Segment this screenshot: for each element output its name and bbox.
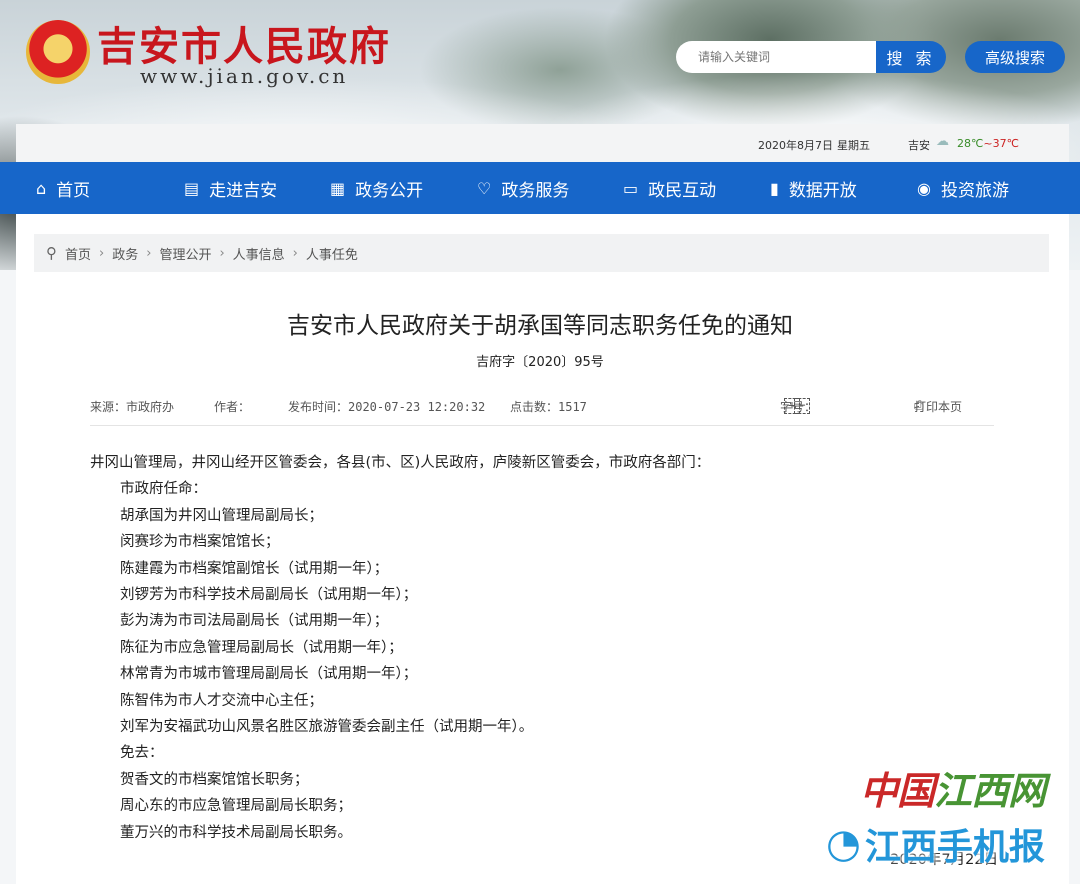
article-paragraph: 闵赛珍为市档案馆馆长；	[120, 534, 280, 551]
breadcrumb-separator: ›	[146, 245, 152, 261]
nav-label: 首页	[56, 180, 91, 201]
breadcrumb-item[interactable]: 首页	[65, 244, 91, 263]
weather-city: 吉安	[908, 139, 930, 152]
print-label: 打印本页	[914, 400, 963, 414]
breadcrumb-separator: ›	[219, 245, 225, 261]
watermark-jxsjb: ◔ 江西手机报	[826, 821, 1045, 868]
meta-divider	[90, 425, 994, 426]
meta-author: 作者：	[214, 400, 251, 414]
article-body: 井冈山管理局，井冈山经开区管委会，各县(市、区)人民政府，庐陵新区管委会，市政府…	[90, 450, 994, 846]
font-decrease-button[interactable]: −	[794, 398, 810, 414]
article-paragraph: 陈建霞为市档案馆副馆长（试用期一年）；	[120, 560, 389, 577]
search-input[interactable]	[676, 41, 878, 73]
article-paragraph: 周心东的市应急管理局副局长职务；	[120, 798, 352, 815]
current-date: 2020年8月7日	[758, 139, 833, 152]
breadcrumb: ⚲ 首页 › 政务 › 管理公开 › 人事信息 › 人事任免	[34, 234, 1049, 272]
site-url: www.jian.gov.cn	[140, 64, 349, 88]
article-paragraph: 林常青为市城市管理局副局长（试用期一年）；	[120, 666, 418, 683]
breadcrumb-item[interactable]: 管理公开	[159, 244, 211, 263]
article-paragraph: 贺香文的市档案馆馆长职务；	[120, 771, 309, 788]
article-paragraph: 市政府任命：	[120, 481, 207, 498]
breadcrumb-separator: ›	[292, 245, 298, 261]
breadcrumb-item[interactable]: 人事任免	[306, 244, 358, 263]
main-nav: ⌂ 首页 ▤ 走进吉安 ▦ 政务公开 ♡ 政务服务 ▭ 政民互动 ▮ 数据开放 ◉ 投资旅游	[0, 162, 1080, 214]
article-title: 吉安市人民政府关于胡承国等同志职务任免的通知	[287, 313, 793, 339]
nav-item-0[interactable]: ⌂ 首页	[36, 162, 90, 214]
home-icon: ⌂	[36, 178, 47, 198]
search-button[interactable]: 搜 索	[876, 41, 946, 73]
nav-label: 政务服务	[501, 180, 570, 201]
cloud-rain-icon: ☁	[936, 134, 949, 149]
nav-item-4[interactable]: ▭ 政民互动	[623, 162, 716, 214]
article-paragraph: 彭为涛为市司法局副局长（试用期一年）；	[120, 613, 389, 630]
signal-icon: ◔	[826, 821, 861, 867]
watermark-chinajx: 中国江西网	[860, 768, 1046, 813]
nav-label: 政民互动	[648, 180, 717, 201]
article-paragraph: 刘锣芳为市科学技术局副局长（试用期一年）；	[120, 587, 418, 604]
national-emblem-icon[interactable]	[26, 20, 90, 84]
article-paragraph: 井冈山管理局，井冈山经开区管委会，各县(市、区)人民政府，庐陵新区管委会，市政府…	[90, 455, 711, 471]
article-paragraph: 免去：	[120, 745, 164, 762]
advanced-search-button[interactable]: 高级搜索	[965, 41, 1065, 73]
location-pin-icon: ⚲	[46, 244, 57, 262]
nav-label: 数据开放	[788, 180, 857, 201]
date-weather-bar: 2020年8月7日 星期五 吉安 ☁ 28℃~37℃	[16, 124, 1069, 164]
breadcrumb-item[interactable]: 人事信息	[233, 244, 285, 263]
nav-label: 政务公开	[355, 180, 424, 201]
breadcrumb-item[interactable]: 政务	[112, 244, 138, 263]
nav-item-3[interactable]: ♡ 政务服务	[477, 162, 569, 214]
nav-item-6[interactable]: ◉ 投资旅游	[917, 162, 1009, 214]
nav-item-1[interactable]: ▤ 走进吉安	[184, 162, 277, 214]
bar-chart-icon: ▮	[770, 178, 779, 198]
article-paragraph: 陈征为市应急管理局副局长（试用期一年）；	[120, 639, 403, 656]
nav-label: 走进吉安	[209, 180, 278, 201]
heart-hands-icon: ♡	[477, 178, 492, 198]
chat-icon: ▭	[623, 178, 639, 198]
weekday: 星期五	[837, 139, 870, 152]
building-icon: ▦	[330, 178, 346, 198]
nav-item-2[interactable]: ▦ 政务公开	[330, 162, 423, 214]
document-icon: ▤	[184, 178, 200, 198]
article-paragraph: 陈智伟为市人才交流中心主任；	[120, 692, 323, 709]
meta-clicks: 点击数：1517	[510, 400, 587, 414]
article-paragraph: 刘军为安福武功山风景名胜区旅游管委会副主任（试用期一年）。	[120, 719, 534, 736]
nav-label: 投资旅游	[940, 180, 1009, 201]
meta-publish-time: 发布时间：2020-07-23 12:20:32	[288, 400, 486, 414]
breadcrumb-separator: ›	[99, 245, 105, 261]
nav-item-5[interactable]: ▮ 数据开放	[770, 162, 857, 214]
article-paragraph: 胡承国为井冈山管理局副局长；	[120, 507, 323, 524]
yen-icon: ◉	[917, 178, 931, 198]
document-number: 吉府字〔2020〕95号	[476, 355, 604, 370]
meta-source: 来源：市政府办	[90, 400, 175, 414]
temperature: 28℃~37℃	[957, 137, 1019, 150]
